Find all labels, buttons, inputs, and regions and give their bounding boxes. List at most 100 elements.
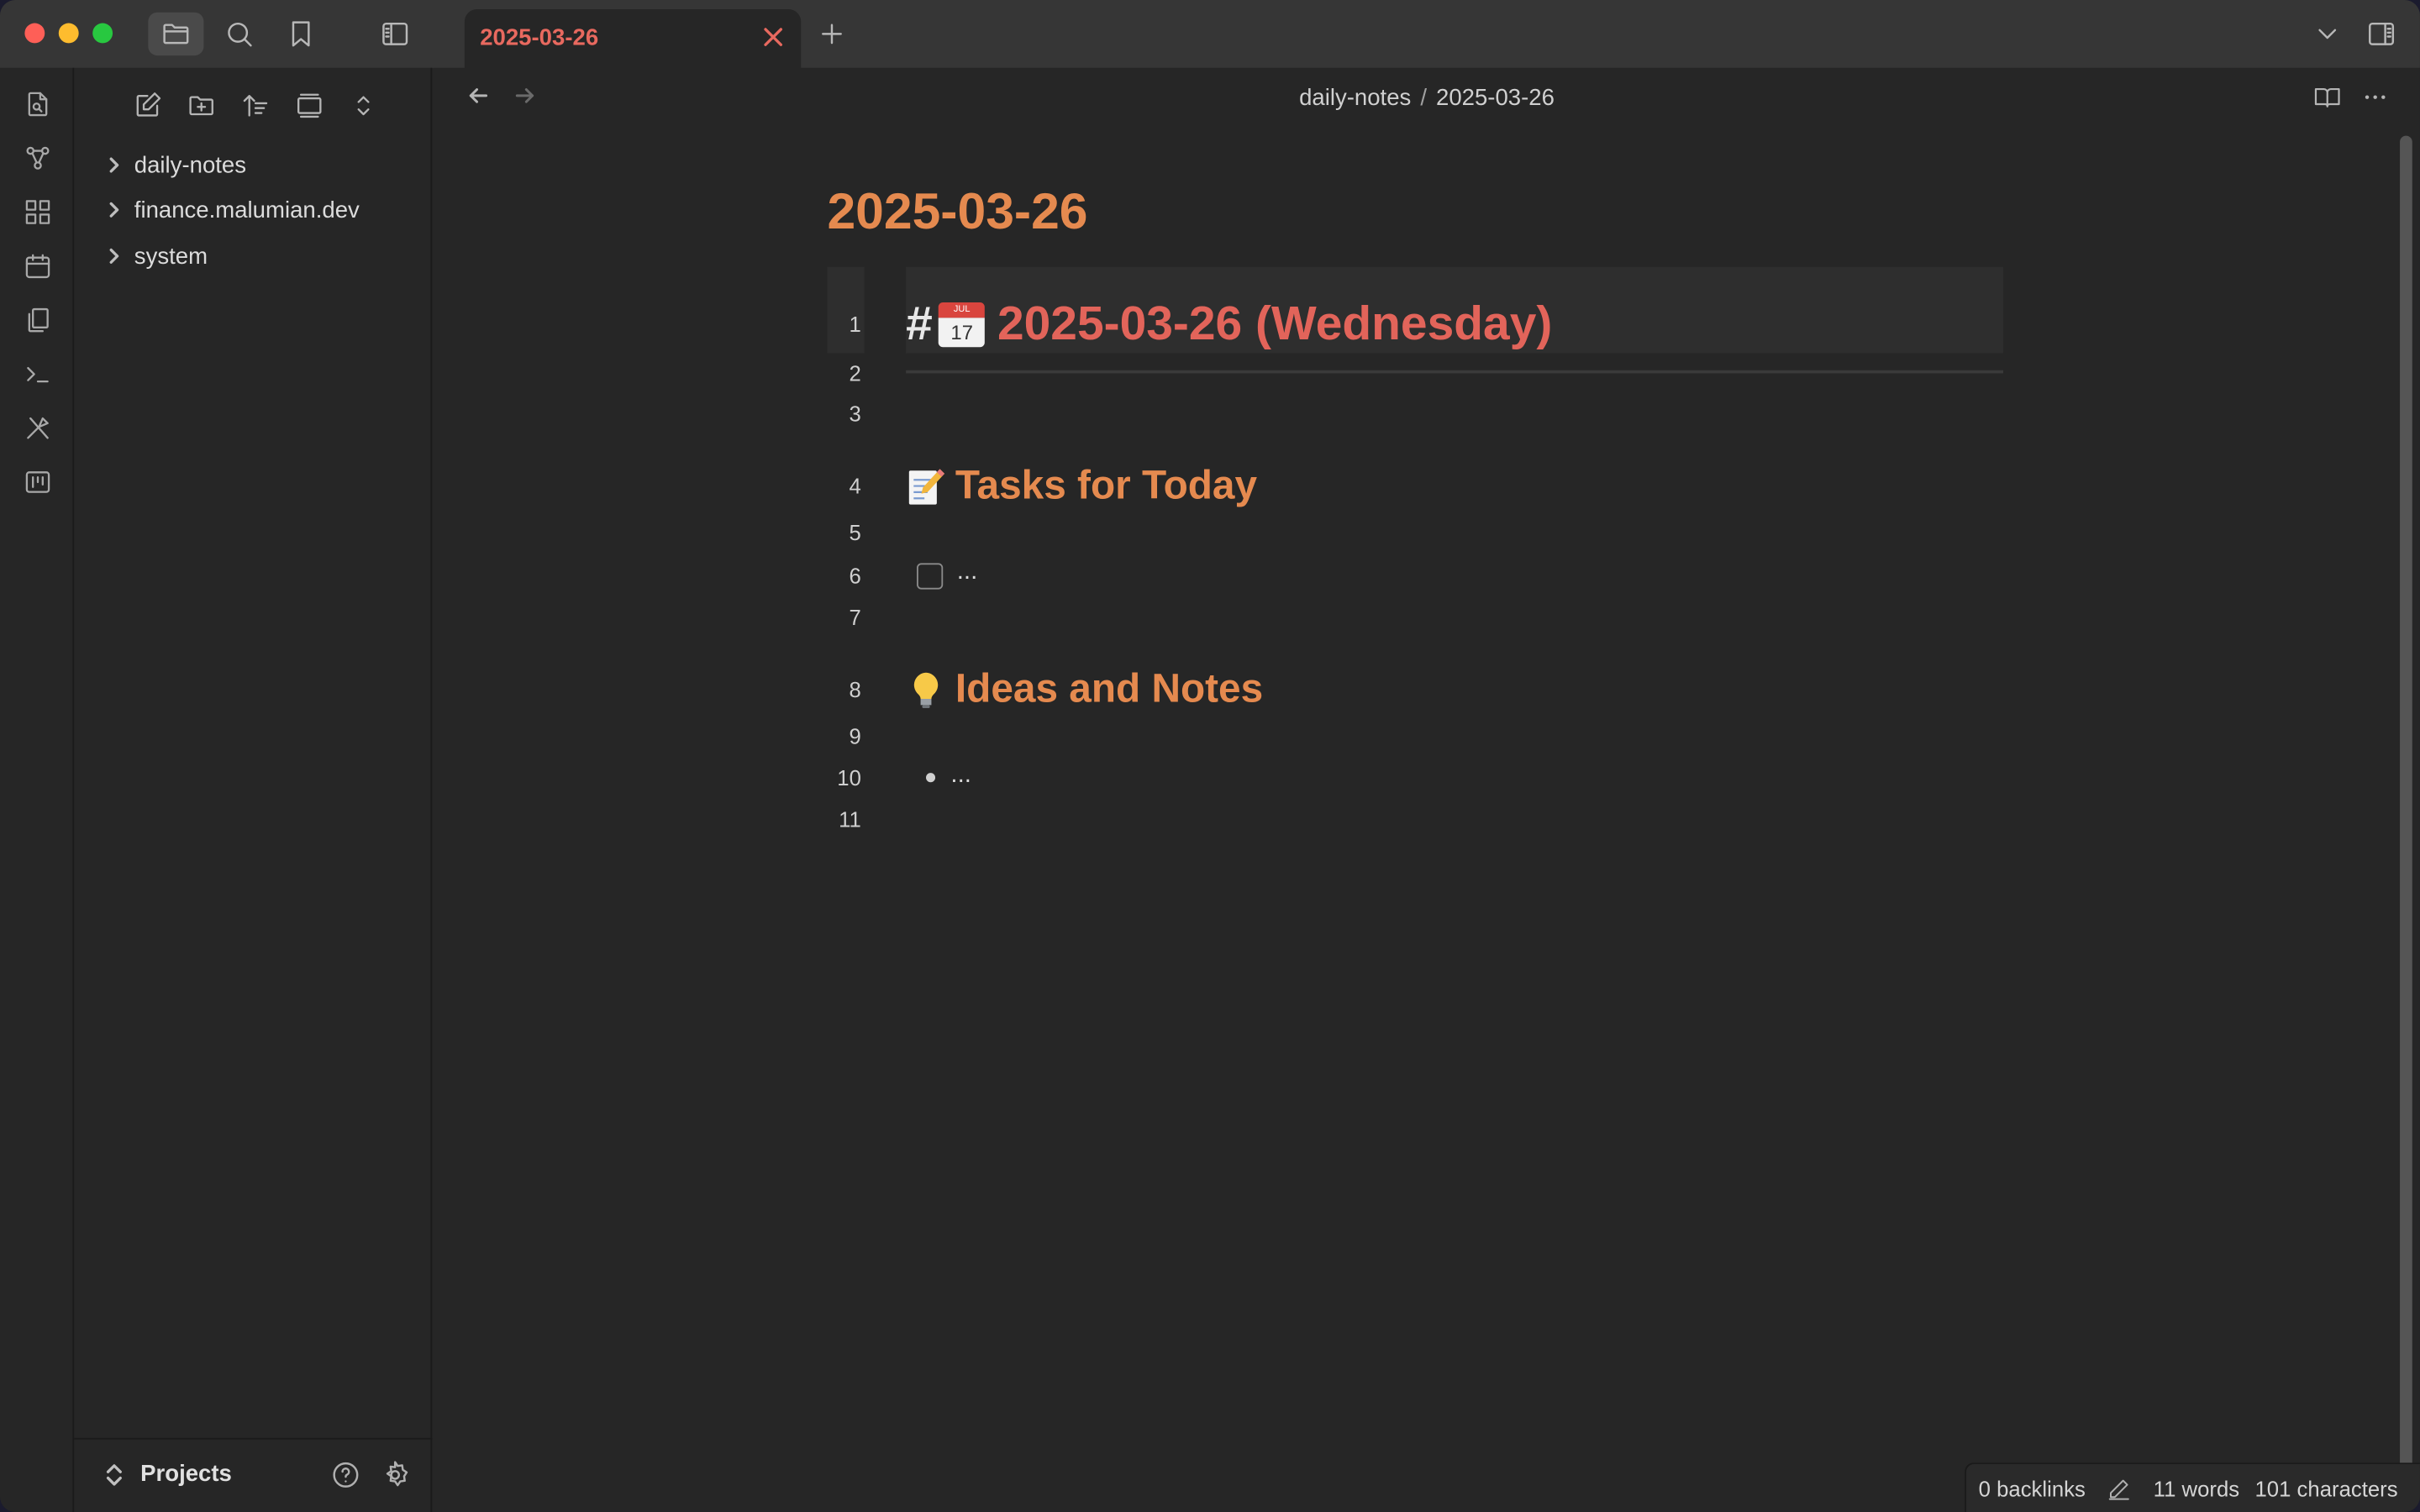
plus-icon xyxy=(822,24,842,45)
sidebar-toggle-icon xyxy=(382,22,408,45)
command-palette-icon xyxy=(26,416,48,438)
folder-item[interactable]: system xyxy=(105,238,208,275)
folder-item[interactable]: finance.malumian.dev xyxy=(105,192,360,228)
chevron-down-icon xyxy=(2318,29,2337,39)
right-sidebar-icon xyxy=(2369,22,2395,45)
more-options-button[interactable] xyxy=(2361,83,2392,114)
breadcrumb-folder[interactable]: daily-notes xyxy=(1299,85,1411,111)
vault-bar: Projects xyxy=(74,1437,433,1512)
close-window-button[interactable] xyxy=(24,23,45,44)
sort-icon xyxy=(242,94,267,116)
calendar-icon xyxy=(24,253,50,278)
open-file-icon xyxy=(27,91,47,116)
breadcrumb: daily-notes / 2025-03-26 xyxy=(434,85,2420,111)
heading-hash: # xyxy=(906,296,933,350)
expand-all-button[interactable] xyxy=(345,87,381,123)
daily-note-button[interactable] xyxy=(18,247,55,284)
heading-tasks[interactable]: Tasks for Today xyxy=(906,461,1257,509)
vault-name: Projects xyxy=(140,1461,232,1488)
status-bar: 0 backlinks 11 words 101 characters xyxy=(1965,1462,2420,1512)
chevron-right-icon xyxy=(105,247,124,265)
collapse-all-button[interactable] xyxy=(290,87,327,123)
settings-button[interactable] xyxy=(380,1460,413,1494)
new-tab-button[interactable] xyxy=(804,13,860,55)
help-icon xyxy=(333,1462,359,1488)
obsidian-window: 2025-03-26 daily-notes finance.malumian.… xyxy=(0,0,2420,1512)
line-number: 10 xyxy=(837,765,861,790)
tab-close-button[interactable] xyxy=(760,24,785,49)
search-button[interactable] xyxy=(212,13,267,55)
editor-scrollbar[interactable] xyxy=(2400,135,2412,1506)
title-bar: 2025-03-26 xyxy=(0,0,2420,68)
heading-1-text: 2025-03-26 (Wednesday) xyxy=(997,296,1553,350)
breadcrumb-separator: / xyxy=(1420,85,1428,112)
terminal-icon xyxy=(26,366,48,382)
chevron-right-icon xyxy=(105,156,124,175)
expand-icon xyxy=(356,95,369,115)
line-number: 3 xyxy=(849,401,861,426)
editor-pane: daily-notes/2025-03-26 2025-03-26 1 2 3 … xyxy=(434,67,2420,1512)
pencil-icon xyxy=(2109,1478,2130,1499)
folder-icon xyxy=(163,24,189,45)
search-icon xyxy=(228,22,252,47)
tab-2025-03-26[interactable]: 2025-03-26 xyxy=(464,9,802,68)
heading-ideas-text: Ideas and Notes xyxy=(955,664,1264,711)
line-number: 1 xyxy=(849,312,861,337)
inline-title[interactable]: 2025-03-26 xyxy=(827,182,1087,241)
bullet-item[interactable]: ... xyxy=(950,762,971,790)
zoom-window-button[interactable] xyxy=(92,23,113,44)
heading-ideas[interactable]: Ideas and Notes xyxy=(906,665,1263,713)
settings-icon xyxy=(386,1461,408,1487)
lightbulb-emoji-icon xyxy=(906,667,946,710)
heading-rule xyxy=(906,370,2004,374)
help-button[interactable] xyxy=(330,1460,364,1494)
new-note-button[interactable] xyxy=(128,87,165,123)
breadcrumb-file[interactable]: 2025-03-26 xyxy=(1436,85,1555,111)
chevron-up-down-icon xyxy=(106,1463,122,1485)
memo-emoji-icon xyxy=(906,464,946,507)
templates-button[interactable] xyxy=(18,301,55,338)
new-note-icon xyxy=(135,92,160,116)
line-number: 6 xyxy=(849,563,861,588)
word-count: 11 words xyxy=(2153,1475,2240,1501)
bullet-marker xyxy=(926,773,936,783)
line-number: 11 xyxy=(839,806,861,832)
file-explorer: daily-notes finance.malumian.dev system … xyxy=(74,67,433,1512)
tab-list-button[interactable] xyxy=(2300,13,2355,55)
vault-switcher[interactable]: Projects xyxy=(105,1461,232,1488)
file-explorer-button[interactable] xyxy=(148,12,204,56)
reading-view-icon xyxy=(2314,87,2340,108)
toggle-left-sidebar-button[interactable] xyxy=(367,13,423,55)
terminal-button[interactable] xyxy=(18,354,55,391)
templates-icon xyxy=(27,307,48,332)
minimize-window-button[interactable] xyxy=(58,23,79,44)
line-number: 5 xyxy=(849,519,861,545)
new-folder-button[interactable] xyxy=(182,87,219,123)
line-number: 7 xyxy=(849,604,861,630)
task-checkbox[interactable] xyxy=(916,563,944,590)
ribbon xyxy=(0,67,75,1512)
graph-icon xyxy=(25,145,49,169)
active-line-gutter xyxy=(827,266,865,354)
heading-1[interactable]: # JUL 17 2025-03-26 (Wednesday) xyxy=(906,297,1552,352)
line-number: 2 xyxy=(849,360,861,386)
quick-switcher-button[interactable] xyxy=(18,85,55,122)
canvas-icon xyxy=(24,199,50,223)
folder-label: system xyxy=(134,243,208,270)
bookmarks-button[interactable] xyxy=(273,13,329,55)
character-count: 101 characters xyxy=(2254,1475,2398,1501)
folder-item[interactable]: daily-notes xyxy=(105,146,246,183)
kanban-button[interactable] xyxy=(18,463,55,500)
graph-view-button[interactable] xyxy=(18,139,55,176)
heading-tasks-text: Tasks for Today xyxy=(955,461,1258,508)
toggle-right-sidebar-button[interactable] xyxy=(2354,13,2409,55)
reading-view-button[interactable] xyxy=(2313,83,2344,114)
sort-button[interactable] xyxy=(236,87,273,123)
backlinks-count[interactable]: 0 backlinks xyxy=(1979,1476,2086,1500)
editing-mode-indicator[interactable] xyxy=(2107,1476,2132,1500)
bookmark-icon xyxy=(292,21,310,47)
calendar-day: 17 xyxy=(939,318,986,348)
task-item[interactable]: ... xyxy=(957,559,978,586)
canvas-button[interactable] xyxy=(18,193,55,230)
command-palette-button[interactable] xyxy=(18,409,55,446)
